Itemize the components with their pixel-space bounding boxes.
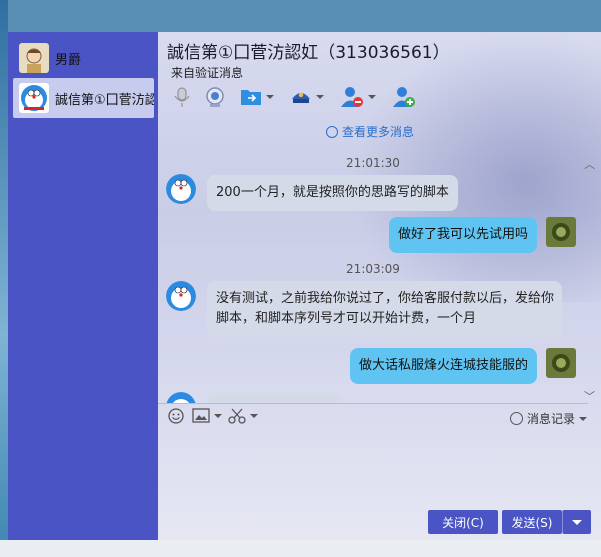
remove-contact-button[interactable] bbox=[340, 84, 376, 110]
input-toolbar: 消息记录 bbox=[158, 404, 601, 432]
message-history-button[interactable]: 消息记录 bbox=[510, 410, 588, 427]
remote-assist-button[interactable] bbox=[290, 84, 324, 110]
avatar bbox=[546, 348, 576, 378]
message-bubble-incoming: 200一个月，就是按照你的思路写的脚本 bbox=[207, 175, 458, 211]
message-bubble-incoming: 没有测试，之前我给你说过了，你给客服付款以后，发给你 脚本，和脚本序列号才可以开… bbox=[207, 281, 562, 337]
avatar bbox=[19, 83, 49, 113]
chat-panel: 誠信第①囗菅汸認妅（313036561） 来自验证消息 查看更多消息 21:01… bbox=[158, 32, 601, 540]
contact-item-selected[interactable]: 誠信第①囗菅汸認妅 bbox=[13, 78, 154, 118]
desktop-background bbox=[0, 0, 8, 557]
contact-item-baron[interactable]: 男爵 bbox=[13, 38, 154, 78]
scissors-icon bbox=[228, 408, 246, 424]
view-more-messages-link[interactable]: 查看更多消息 bbox=[326, 123, 414, 140]
chat-toolbar bbox=[164, 84, 464, 114]
contact-sidebar: 男爵 誠信第①囗菅汸認妅 bbox=[8, 32, 158, 540]
clock-icon bbox=[326, 125, 338, 138]
chevron-down-icon bbox=[579, 416, 588, 421]
message-timestamp: 21:01:30 bbox=[346, 156, 400, 170]
message-bubble-outgoing: 做好了我可以先试用吗 bbox=[389, 217, 538, 253]
message-bubble-outgoing: 做大话私服烽火连城技能服的 bbox=[350, 348, 538, 384]
chevron-down-icon bbox=[572, 519, 582, 525]
chevron-down-icon bbox=[368, 95, 376, 99]
avatar bbox=[166, 392, 196, 403]
image-button[interactable] bbox=[192, 408, 222, 423]
scroll-down-arrow[interactable]: ﹀ bbox=[584, 388, 595, 404]
chevron-down-icon bbox=[266, 95, 274, 99]
chat-title: 誠信第①囗菅汸認妅（313036561） bbox=[167, 43, 450, 63]
image-icon bbox=[192, 408, 210, 423]
send-file-icon bbox=[241, 90, 261, 105]
avatar bbox=[166, 281, 196, 311]
screenshot-button[interactable] bbox=[228, 408, 258, 424]
avatar bbox=[546, 217, 576, 247]
police-hat-icon bbox=[292, 92, 310, 103]
close-button[interactable]: 关闭(C) bbox=[428, 510, 498, 534]
message-bubble-incoming-partial bbox=[207, 394, 343, 403]
scroll-up-arrow[interactable]: ︿ bbox=[584, 156, 595, 172]
chat-window: 男爵 誠信第①囗菅汸認妅 誠信第①囗菅汸認妅（313036561） 来自验证消息 bbox=[8, 32, 601, 540]
send-options-button[interactable] bbox=[562, 510, 591, 534]
desktop-taskbar-area bbox=[0, 540, 601, 557]
add-contact-icon[interactable] bbox=[392, 84, 416, 110]
chat-subtitle: 来自验证消息 bbox=[171, 66, 244, 80]
chevron-down-icon bbox=[250, 414, 258, 418]
message-list[interactable]: 查看更多消息 21:01:30 200一个月，就是按照你的思路写的脚本 做好了我… bbox=[158, 118, 588, 403]
remove-contact-icon bbox=[341, 87, 363, 107]
clock-icon bbox=[510, 412, 523, 425]
microphone-icon[interactable] bbox=[172, 84, 192, 110]
webcam-icon[interactable] bbox=[204, 84, 226, 110]
send-file-button[interactable] bbox=[240, 84, 274, 110]
message-timestamp: 21:03:09 bbox=[346, 262, 400, 276]
emoji-icon[interactable] bbox=[168, 408, 184, 424]
contact-name: 誠信第①囗菅汸認妅 bbox=[55, 92, 154, 108]
avatar bbox=[166, 174, 196, 204]
send-button[interactable]: 发送(S) bbox=[502, 510, 562, 534]
chevron-down-icon bbox=[316, 95, 324, 99]
chevron-down-icon bbox=[214, 413, 222, 418]
contact-name: 男爵 bbox=[55, 52, 82, 68]
avatar bbox=[19, 43, 49, 73]
